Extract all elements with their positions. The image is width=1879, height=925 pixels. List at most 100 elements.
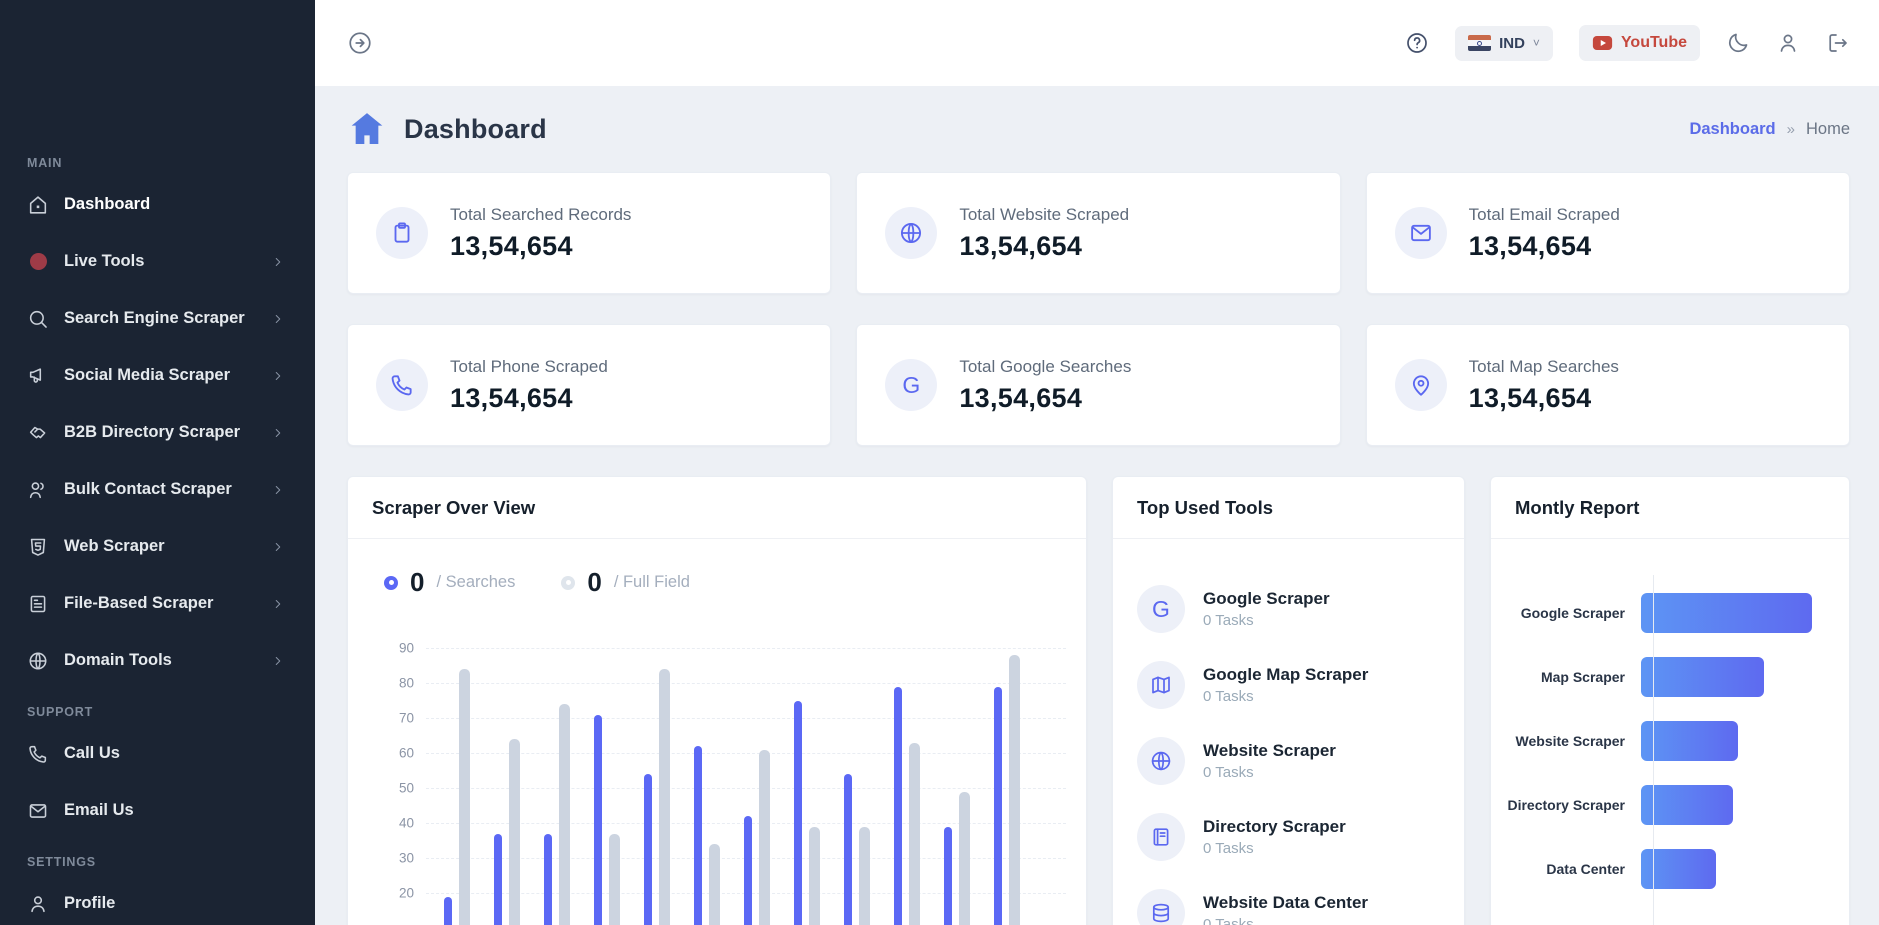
- breadcrumb-home-link[interactable]: Home: [1806, 120, 1850, 139]
- monthly-bar-label: Data Center: [1491, 861, 1639, 877]
- bar-searches-2: [494, 834, 502, 925]
- stat-card-total-phone-scraped: Total Phone Scraped 13,54,654: [347, 324, 831, 446]
- sidebar-item-call-us[interactable]: Call Us: [0, 725, 315, 782]
- tool-title: Website Data Center: [1203, 893, 1368, 913]
- sidebar-item-label: Profile: [64, 894, 285, 913]
- page-header: Dashboard Dashboard » Home: [315, 100, 1879, 158]
- bar-searches-1: [444, 897, 452, 925]
- help-circle-icon: [1405, 31, 1429, 55]
- top-used-tools-title: Top Used Tools: [1137, 497, 1273, 519]
- language-selector[interactable]: IND ˅: [1455, 26, 1553, 61]
- chevron-right-icon: [271, 369, 285, 383]
- legend-dot-icon: [384, 576, 398, 590]
- stat-value: 13,54,654: [959, 383, 1131, 414]
- scraper-overview-header: Scraper Over View: [348, 477, 1086, 539]
- home-solid-icon: [347, 109, 387, 149]
- phone-icon: [27, 743, 49, 765]
- top-used-tools-header: Top Used Tools: [1113, 477, 1464, 539]
- chevron-right-icon: [271, 597, 285, 611]
- sidebar-item-b2b-directory-scraper[interactable]: B2B Directory Scraper: [0, 404, 315, 461]
- youtube-button[interactable]: YouTube: [1579, 25, 1700, 61]
- bar-full-field-6: [709, 844, 720, 925]
- g-letter-icon: G: [885, 359, 937, 411]
- legend-item-1: 0/ Full Field: [561, 567, 690, 598]
- legend-value: 0: [587, 567, 601, 598]
- sidebar-item-dashboard[interactable]: Dashboard: [0, 176, 315, 233]
- bar-full-field-3: [559, 704, 570, 925]
- tool-item-website-data-center[interactable]: Website Data Center0 Tasks: [1113, 875, 1464, 925]
- monthly-bar: [1641, 593, 1812, 633]
- monthly-report-header: Montly Report: [1491, 477, 1849, 539]
- sidebar-item-bulk-contact-scraper[interactable]: Bulk Contact Scraper: [0, 461, 315, 518]
- gridline: [426, 788, 1066, 789]
- stat-card-total-website-scraped: Total Website Scraped13,54,654: [856, 172, 1340, 294]
- stat-value: 13,54,654: [450, 383, 608, 414]
- chart-legend: 0/ Searches 0/ Full Field: [348, 539, 1086, 598]
- monthly-row-google-scraper: Google Scraper: [1491, 581, 1849, 645]
- map-pin-icon: [1395, 359, 1447, 411]
- file-lines-icon: [27, 593, 49, 615]
- bar-full-field-8: [809, 827, 820, 925]
- bar-full-field-9: [859, 827, 870, 925]
- sidebar-item-email-us[interactable]: Email Us: [0, 782, 315, 839]
- y-axis-tick: 20: [372, 886, 414, 901]
- stat-label: Total Map Searches: [1469, 357, 1619, 377]
- gridline: [426, 718, 1066, 719]
- tool-item-google-map-scraper[interactable]: Google Map Scraper0 Tasks: [1113, 647, 1464, 723]
- panels-row: Scraper Over View 0/ Searches 0/ Full Fie…: [315, 446, 1879, 925]
- monthly-bar-label: Website Scraper: [1491, 733, 1639, 749]
- clipboard-icon: [376, 207, 428, 259]
- monthly-row-data-center: Data Center: [1491, 837, 1849, 901]
- monthly-report-title: Montly Report: [1515, 497, 1639, 519]
- tool-item-directory-scraper[interactable]: Directory Scraper0 Tasks: [1113, 799, 1464, 875]
- stat-card-total-email-scraped: Total Email Scraped13,54,654: [1366, 172, 1850, 294]
- monthly-bar: [1641, 785, 1733, 825]
- gridline: [426, 683, 1066, 684]
- grouped-bar-chart: 9080706050403020: [372, 614, 1066, 925]
- chevron-right-icon: [271, 255, 285, 269]
- scraper-overview-panel: Scraper Over View 0/ Searches 0/ Full Fie…: [347, 476, 1087, 925]
- profile-button[interactable]: [1776, 31, 1800, 55]
- sidebar: MAINDashboardLive ToolsSearch Engine Scr…: [0, 0, 315, 925]
- sidebar-item-live-tools[interactable]: Live Tools: [0, 233, 315, 290]
- breadcrumb-separator: »: [1787, 121, 1795, 138]
- logout-button[interactable]: [1826, 31, 1850, 55]
- sidebar-item-search-engine-scraper[interactable]: Search Engine Scraper: [0, 290, 315, 347]
- bar-searches-3: [544, 834, 552, 925]
- sidebar-item-label: Call Us: [64, 744, 285, 763]
- bar-searches-12: [994, 687, 1002, 925]
- tool-title: Directory Scraper: [1203, 817, 1346, 837]
- sidebar-item-file-based-scraper[interactable]: File-Based Scraper: [0, 575, 315, 632]
- stat-label: Total Phone Scraped: [450, 357, 608, 377]
- sidebar-item-profile[interactable]: Profile: [0, 875, 315, 925]
- bar-searches-11: [944, 827, 952, 925]
- youtube-icon: [1592, 35, 1613, 51]
- sidebar-item-label: Domain Tools: [64, 651, 271, 670]
- stat-cards: Total Searched Records13,54,654Total Web…: [315, 158, 1879, 446]
- dark-mode-toggle[interactable]: [1726, 31, 1750, 55]
- bar-full-field-2: [509, 739, 520, 925]
- stat-value: 13,54,654: [959, 231, 1129, 262]
- page-title-group: Dashboard: [347, 109, 547, 149]
- monthly-bar-label: Directory Scraper: [1491, 797, 1639, 813]
- youtube-label: YouTube: [1621, 34, 1687, 52]
- g-phone-icon: [376, 359, 428, 411]
- bar-full-field-11: [959, 792, 970, 925]
- sidebar-item-label: Web Scraper: [64, 537, 271, 556]
- sidebar-item-social-media-scraper[interactable]: Social Media Scraper: [0, 347, 315, 404]
- bar-full-field-1: [459, 669, 470, 925]
- monthly-bar: [1641, 721, 1738, 761]
- tool-item-google-scraper[interactable]: GGoogle Scraper0 Tasks: [1113, 571, 1464, 647]
- sidebar-item-domain-tools[interactable]: Domain Tools: [0, 632, 315, 689]
- help-button[interactable]: [1405, 31, 1429, 55]
- breadcrumb-dashboard-link[interactable]: Dashboard: [1689, 120, 1775, 139]
- tool-item-website-scraper[interactable]: Website Scraper0 Tasks: [1113, 723, 1464, 799]
- stat-value: 13,54,654: [1469, 383, 1619, 414]
- gridline: [426, 753, 1066, 754]
- sidebar-item-web-scraper[interactable]: Web Scraper: [0, 518, 315, 575]
- legend-item-0: 0/ Searches: [384, 567, 515, 598]
- language-label: IND: [1499, 35, 1525, 52]
- globe-icon: [27, 650, 49, 672]
- breadcrumb: Dashboard » Home: [1689, 120, 1850, 139]
- sidebar-collapse-button[interactable]: [347, 30, 373, 56]
